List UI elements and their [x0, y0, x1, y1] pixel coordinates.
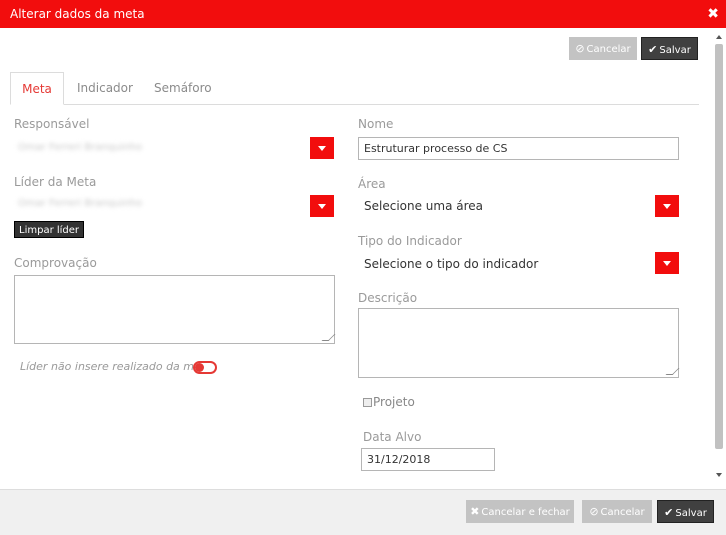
scrollbar-thumb[interactable] [715, 44, 723, 449]
scroll-down-icon[interactable] [716, 473, 722, 477]
area-select[interactable]: Selecione uma área [364, 199, 483, 213]
dialog-titlebar: Alterar dados da meta ✖ [0, 0, 726, 28]
x-icon: ✖ [470, 505, 480, 518]
ban-icon: ⊘ [575, 42, 585, 55]
area-dropdown-button[interactable] [655, 195, 679, 217]
close-icon[interactable]: ✖ [707, 6, 719, 22]
footer-save-button[interactable]: ✔ Salvar [657, 500, 714, 523]
lider-value: Omar Ferreri Branquinho [18, 198, 143, 209]
tab-semaforo[interactable]: Semáforo [154, 72, 212, 105]
cancel-and-close-button[interactable]: ✖ Cancelar e fechar [466, 500, 574, 523]
responsavel-value: Omar Ferreri Branquinho [18, 142, 143, 153]
nome-input[interactable]: Estruturar processo de CS [358, 137, 679, 160]
lider-realizado-toggle[interactable] [193, 361, 217, 374]
descricao-textarea[interactable] [358, 308, 679, 378]
descricao-label: Descrição [358, 291, 418, 305]
lider-dropdown-button[interactable] [310, 195, 334, 217]
comprovacao-textarea[interactable] [14, 275, 335, 344]
tab-bar: Meta Indicador Semáforo [10, 72, 699, 105]
projeto-checkbox[interactable] [363, 398, 372, 407]
toggle-knob [195, 363, 204, 372]
check-icon: ✔ [664, 506, 674, 519]
footer-cancel-button[interactable]: ⊘ Cancelar [582, 500, 652, 523]
projeto-label: Projeto [373, 395, 415, 409]
lider-label: Líder da Meta [14, 175, 97, 189]
tab-indicador[interactable]: Indicador [77, 72, 133, 105]
tipo-indicador-label: Tipo do Indicador [358, 234, 462, 248]
vertical-scrollbar[interactable] [714, 35, 724, 477]
tipo-indicador-select[interactable]: Selecione o tipo do indicador [364, 257, 538, 271]
scroll-up-icon[interactable] [716, 35, 722, 39]
dialog-title: Alterar dados da meta [10, 7, 145, 21]
data-alvo-label: Data Alvo [363, 430, 422, 444]
nome-label: Nome [358, 117, 394, 131]
responsavel-dropdown-button[interactable] [310, 137, 334, 159]
responsavel-label: Responsável [14, 117, 90, 131]
tab-meta[interactable]: Meta [10, 72, 64, 105]
toggle-label: Líder não insere realizado da meta [20, 360, 212, 373]
top-save-button[interactable]: ✔ Salvar [641, 37, 698, 60]
top-cancel-button[interactable]: ⊘ Cancelar [569, 37, 637, 60]
data-alvo-input[interactable]: 31/12/2018 [361, 448, 495, 471]
ban-icon: ⊘ [589, 505, 599, 518]
area-label: Área [358, 177, 386, 191]
tipo-indicador-dropdown-button[interactable] [655, 252, 679, 274]
check-icon: ✔ [648, 43, 658, 56]
limpar-lider-button[interactable]: Limpar líder [14, 221, 85, 238]
comprovacao-label: Comprovação [14, 256, 97, 270]
